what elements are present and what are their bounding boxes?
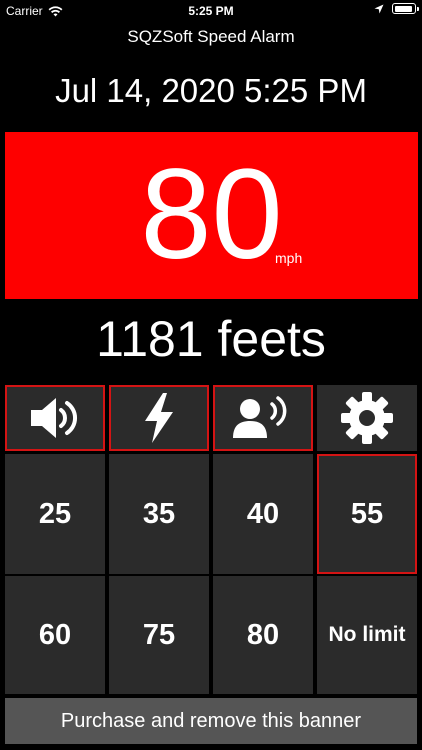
speed-limit-button[interactable]: 35: [109, 454, 209, 574]
status-bar: Carrier 5:25 PM: [0, 0, 422, 22]
speed-limit-label: No limit: [328, 623, 406, 646]
speed-limit-button-selected[interactable]: 55: [317, 454, 417, 574]
speed-limit-button[interactable]: 40: [213, 454, 313, 574]
sound-toggle-button[interactable]: [5, 385, 105, 451]
purchase-banner-button[interactable]: Purchase and remove this banner: [5, 698, 417, 744]
settings-button[interactable]: [317, 385, 417, 451]
status-right: [374, 3, 419, 14]
speed-display: 80: [5, 132, 418, 299]
speed-limit-label: 40: [246, 497, 280, 530]
current-datetime: Jul 14, 2020 5:25 PM: [55, 72, 367, 109]
speed-limit-label: 75: [142, 618, 176, 651]
speed-limit-button[interactable]: 60: [5, 576, 105, 694]
speed-limit-label: 60: [38, 618, 72, 651]
battery-icon: [392, 3, 419, 14]
speed-limit-button[interactable]: 75: [109, 576, 209, 694]
speed-value: 80: [140, 143, 283, 286]
speaker-icon: [31, 398, 77, 438]
gear-icon: [341, 392, 393, 444]
voice-person-icon: [233, 396, 287, 438]
speed-limit-label: 55: [350, 497, 384, 530]
distance-readout: 1181 feets: [96, 311, 326, 367]
speed-limit-label: 35: [142, 497, 176, 530]
location-arrow-icon: [374, 4, 384, 13]
speed-limit-label: 25: [38, 497, 72, 530]
no-limit-button[interactable]: No limit: [317, 576, 417, 694]
status-time: 5:25 PM: [188, 4, 234, 18]
speed-limit-label: 80: [246, 618, 280, 651]
speed-limit-button[interactable]: 80: [213, 576, 313, 694]
app-title: SQZSoft Speed Alarm: [127, 27, 295, 46]
speed-unit: mph: [275, 250, 303, 266]
voice-toggle-button[interactable]: [213, 385, 313, 451]
purchase-banner-label: Purchase and remove this banner: [60, 709, 362, 732]
lightning-icon: [145, 393, 173, 443]
flash-toggle-button[interactable]: [109, 385, 209, 451]
battery-fill: [394, 5, 412, 12]
speed-limit-button[interactable]: 25: [5, 454, 105, 574]
